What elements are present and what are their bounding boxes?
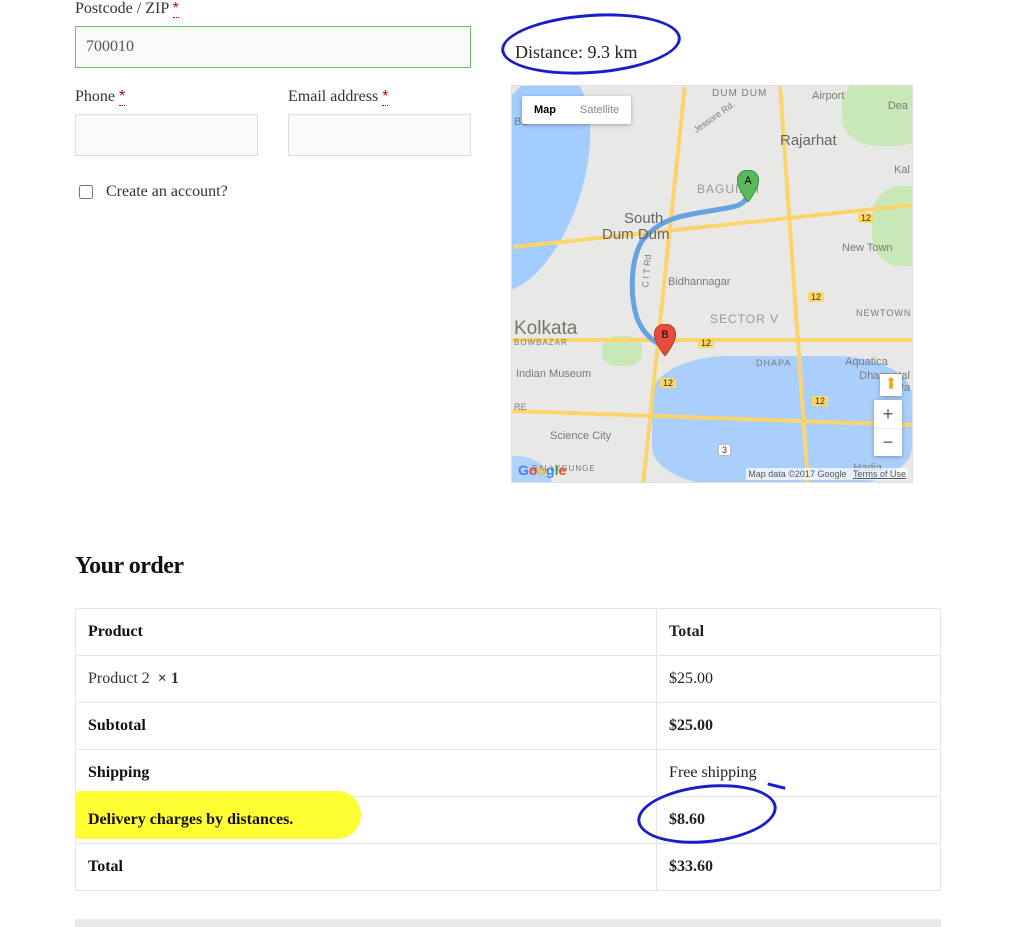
map-type-satellite-button[interactable]: Satellite [568,96,631,124]
map-place-label: Kal [894,164,910,176]
hwy-badge: 12 [858,213,874,223]
hwy-badge: 12 [698,338,714,348]
distance-value: 9.3 km [587,42,637,62]
zoom-out-button[interactable]: − [874,428,902,456]
phone-label: Phone * [75,88,258,106]
map-place-label: Bidhannagar [668,276,730,288]
map-attribution-text: Map data ©2017 Google [748,469,846,479]
map-marker-b-icon[interactable]: B [654,324,676,356]
map-marker-a-icon[interactable]: A [737,170,759,202]
map-place-label: Indian Museum [516,368,591,380]
map-place-label: NEWTOWN [856,308,911,318]
hwy-badge: 12 [660,378,676,388]
map-place-label: DUM DUM [712,88,767,99]
table-row: Delivery charges by distances. $8.60 [76,797,941,844]
col-total: Total [657,609,941,656]
required-asterisk: * [173,0,179,18]
map-place-label: BOWBAZAR [514,338,568,347]
order-table: Product Total Product 2 × 1 $25.00 Subto… [75,608,941,891]
create-account-checkbox[interactable] [79,185,93,199]
create-account-label: Create an account? [106,183,228,201]
distance-label: Distance: [515,42,583,62]
table-header-row: Product Total [76,609,941,656]
phone-input[interactable] [75,114,258,156]
order-heading: Your order [75,553,941,580]
delivery-label: Delivery charges by distances. [76,797,657,844]
map-place-label: Airport [812,90,844,102]
map-attribution: Map data ©2017 Google Terms of Use [746,468,908,480]
svg-text:A: A [744,175,752,187]
hwy-badge: 3 [718,444,731,456]
zoom-control: + − [874,400,902,456]
required-asterisk: * [382,88,388,106]
hwy-badge: 12 [808,292,824,302]
subtotal-value: $25.00 [657,703,941,750]
total-value: $33.60 [657,844,941,891]
table-row: Total $33.60 [76,844,941,891]
distance-display: Distance: 9.3 km [515,42,638,63]
map-place-label: Rajarhat [780,132,837,149]
email-label-text: Email address [288,88,378,105]
hwy-badge: 12 [812,396,828,406]
email-label: Email address * [288,88,471,106]
map-place-label: SECTOR V [710,312,779,326]
google-logo-icon: Google [518,462,566,478]
map-place-label: New Town [842,242,893,254]
postcode-label-text: Postcode / ZIP [75,0,169,17]
checkout-form: Postcode / ZIP * Phone * Email address * [75,0,471,483]
postcode-label: Postcode / ZIP * [75,0,471,18]
map-place-label: Aquatica [845,356,888,368]
postcode-input[interactable] [75,26,471,68]
table-row: Product 2 × 1 $25.00 [76,656,941,703]
order-item-name: Product 2 × 1 [76,656,657,703]
table-row: Subtotal $25.00 [76,703,941,750]
required-asterisk: * [119,88,125,106]
phone-label-text: Phone [75,88,115,105]
shipping-value: Free shipping [657,750,941,797]
map-place-label: Science City [550,430,611,442]
map-terms-link[interactable]: Terms of Use [853,469,906,479]
total-label: Total [76,844,657,891]
map-place-label: Dum Dum [602,226,670,243]
email-input[interactable] [288,114,471,156]
map-type-toggle: Map Satellite [522,96,631,124]
col-product: Product [76,609,657,656]
map[interactable]: DUM DUM Airport Dea Rajarhat Kal BAGUIAT… [511,85,913,483]
svg-text:B: B [661,329,668,341]
table-row: Shipping Free shipping [76,750,941,797]
pegman-icon[interactable] [880,374,902,396]
map-place-label: DHAPA [756,358,791,368]
map-place-label: Kolkata [514,318,577,340]
create-account-row[interactable]: Create an account? [75,182,471,202]
zoom-in-button[interactable]: + [874,400,902,428]
subtotal-label: Subtotal [76,703,657,750]
map-type-map-button[interactable]: Map [522,96,568,124]
map-place-label: RE [514,402,527,412]
delivery-value: $8.60 [657,797,941,844]
map-place-label: Dea [888,100,908,112]
order-item-total: $25.00 [657,656,941,703]
map-place-label: South [624,210,663,227]
shipping-label: Shipping [76,750,657,797]
